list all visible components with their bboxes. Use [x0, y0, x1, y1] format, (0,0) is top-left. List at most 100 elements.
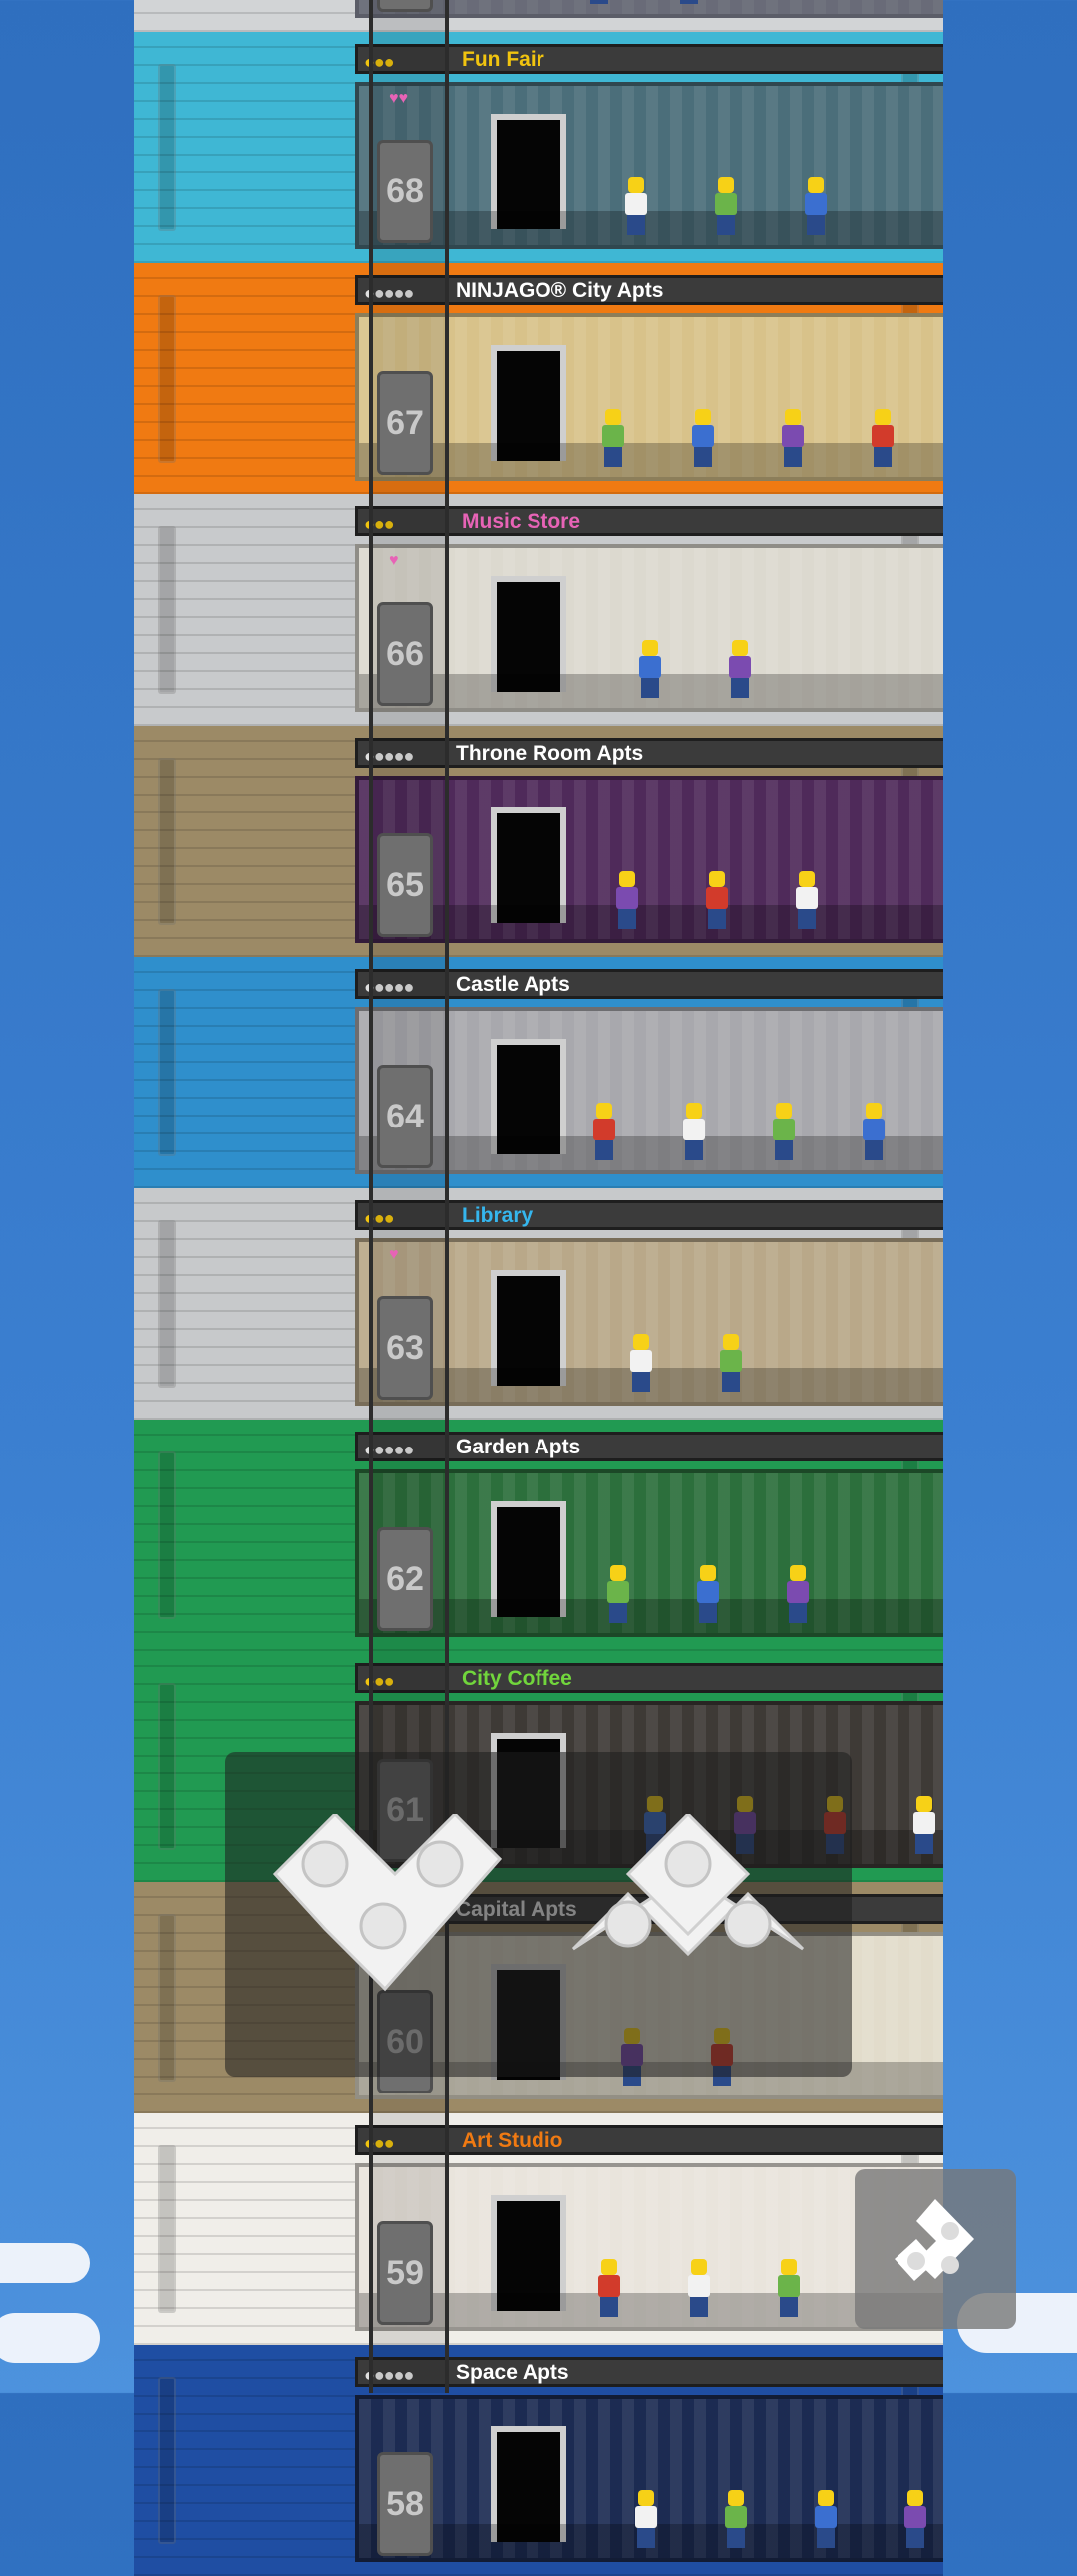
minifigure[interactable] [787, 1565, 809, 1623]
minifigure-torso [683, 1119, 705, 1140]
minifigure-torso [593, 1119, 615, 1140]
minifigure-head [790, 1565, 806, 1581]
minifigure-torso [625, 193, 647, 215]
minifigure-head [642, 640, 658, 656]
minifigure-legs [798, 909, 816, 929]
floor[interactable]: ●●●Library5m [134, 1188, 943, 1420]
minifigure-head [907, 2490, 923, 2506]
minifigure[interactable] [697, 1565, 719, 1623]
minifigure[interactable] [678, 0, 700, 4]
minifigure[interactable] [602, 409, 624, 467]
floor-name: Fun Fair [462, 48, 544, 71]
minifigure[interactable] [782, 409, 804, 467]
minifigure-head [686, 1103, 702, 1119]
floor[interactable] [134, 0, 943, 32]
minifigure[interactable] [616, 871, 638, 929]
minifigure-torso [630, 1350, 652, 1372]
room-interior[interactable] [355, 2395, 943, 2562]
minifigure-head [709, 871, 725, 887]
minifigure-torso [602, 425, 624, 447]
minifigure[interactable] [688, 2259, 710, 2317]
minifigure-torso [863, 1119, 885, 1140]
minifigure-legs [604, 447, 622, 467]
minifigure[interactable] [773, 1103, 795, 1160]
minifigure[interactable] [729, 640, 751, 698]
minifigure[interactable] [588, 0, 610, 4]
floor[interactable]: ●●●●● Garden Apts [134, 1420, 943, 1651]
floor-number: 58 [377, 2452, 433, 2556]
floor-name: Library [462, 1204, 534, 1227]
minifigure-torso [706, 887, 728, 909]
floor[interactable]: ●●●●● Space Apts [134, 2345, 943, 2576]
wall-pillar [158, 295, 176, 463]
minifigure-legs [685, 1140, 703, 1160]
floor[interactable]: ●●●Art Studio5m [134, 2113, 943, 2345]
minifigure-torso [692, 425, 714, 447]
floor[interactable]: ●●●●● NINJAGO® City Apts [134, 263, 943, 494]
minifigure[interactable] [593, 1103, 615, 1160]
minifigure-torso [787, 1581, 809, 1603]
minifigure[interactable] [607, 1565, 629, 1623]
minifigure[interactable] [706, 871, 728, 929]
minifigure[interactable] [913, 1796, 935, 1854]
wall-pillar [158, 64, 176, 231]
floor-number: 63 [377, 1296, 433, 1400]
minifigure-head [610, 1565, 626, 1581]
minifigure-head [808, 177, 824, 193]
minifigure[interactable] [635, 2490, 657, 2548]
cloud [0, 2313, 100, 2363]
minifigure-torso [782, 425, 804, 447]
minifigure-torso [805, 193, 827, 215]
minifigure[interactable] [725, 2490, 747, 2548]
minifigure-torso [815, 2506, 837, 2528]
minifigure-head [605, 409, 621, 425]
minifigure-legs [789, 1603, 807, 1623]
minifigure-legs [722, 1372, 740, 1392]
minifigure-head [700, 1565, 716, 1581]
minifigure-head [799, 871, 815, 887]
minifigure-head [718, 177, 734, 193]
minifigure[interactable] [692, 409, 714, 467]
build-menu-button[interactable] [855, 2169, 1016, 2329]
minifigure[interactable] [904, 2490, 926, 2548]
wall-pillar [158, 1451, 176, 1619]
floor[interactable]: ●●●●● Castle Apts [134, 957, 943, 1188]
minifigure-torso [904, 2506, 926, 2528]
minifigure-head [728, 2490, 744, 2506]
minifigure-legs [637, 2528, 655, 2548]
minifigure[interactable] [683, 1103, 705, 1160]
minifigure[interactable] [805, 177, 827, 235]
minifigure[interactable] [815, 2490, 837, 2548]
minifigure[interactable] [872, 409, 894, 467]
minifigure-head [723, 1334, 739, 1350]
lego-plate-left-icon[interactable] [265, 1814, 505, 2004]
floor[interactable]: ●●●Music Store17m [134, 494, 943, 726]
floor-name: Art Studio [462, 2129, 563, 2152]
floor-name: Garden Apts [456, 1436, 581, 1458]
minifigure-legs [627, 215, 645, 235]
minifigure[interactable] [796, 871, 818, 929]
minifigure[interactable] [778, 2259, 800, 2317]
minifigure[interactable] [639, 640, 661, 698]
floor[interactable]: ●●●Fun Fair7m [134, 32, 943, 263]
minifigure[interactable] [720, 1334, 742, 1392]
minifigure-torso [635, 2506, 657, 2528]
minifigure-torso [697, 1581, 719, 1603]
minifigure[interactable] [598, 2259, 620, 2317]
minifigure[interactable] [630, 1334, 652, 1392]
minifigure-head [601, 2259, 617, 2275]
minifigure[interactable] [625, 177, 647, 235]
minifigure-head [781, 2259, 797, 2275]
floor-number: 62 [377, 1527, 433, 1631]
cloud [0, 2243, 90, 2283]
minifigure-torso [729, 656, 751, 678]
floor[interactable]: ●●●●● Throne Room Apts [134, 726, 943, 957]
minifigure-legs [865, 1140, 883, 1160]
minifigure[interactable] [715, 177, 737, 235]
floor-name: Throne Room Apts [456, 742, 644, 765]
minifigure-legs [590, 0, 608, 4]
minifigure-legs [708, 909, 726, 929]
minifigure-legs [775, 1140, 793, 1160]
minifigure[interactable] [863, 1103, 885, 1160]
lego-plate-right-icon[interactable] [568, 1814, 808, 2004]
